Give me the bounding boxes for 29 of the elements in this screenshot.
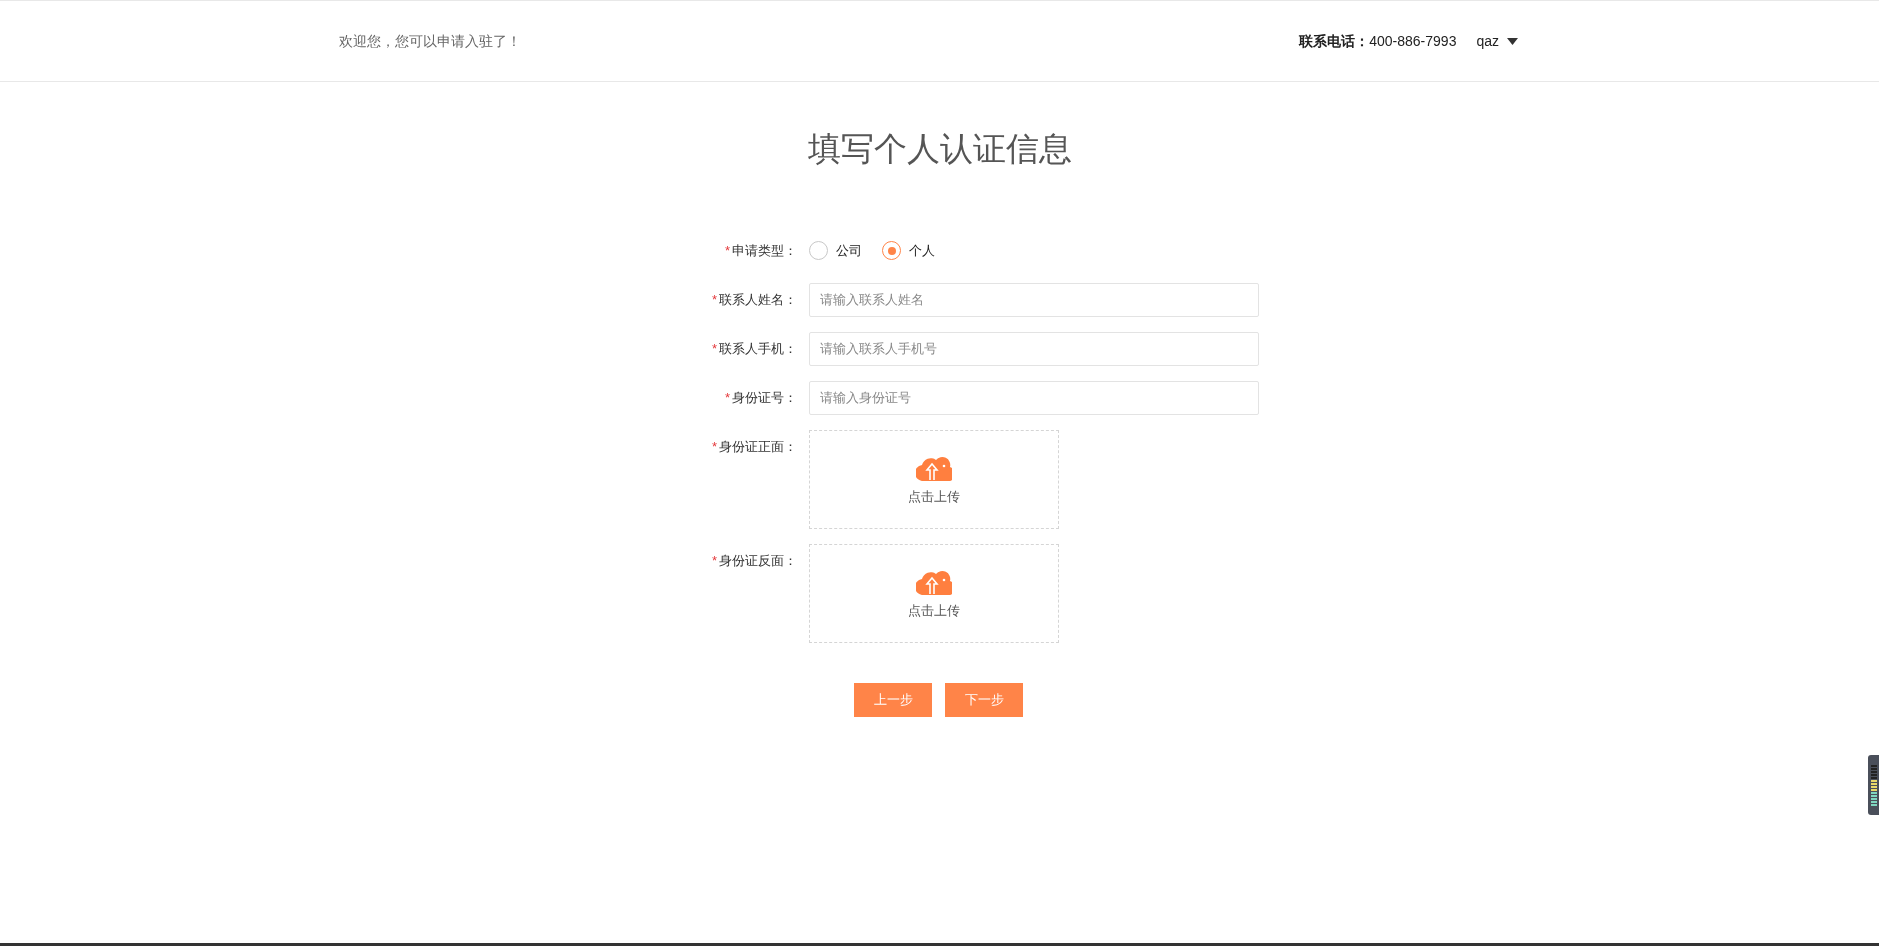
upload-area[interactable]: 点击上传: [809, 429, 1059, 529]
field-label: 身份证正面：: [719, 437, 797, 456]
page-title: 填写个人认证信息: [806, 129, 1073, 169]
required-mark: *: [711, 339, 717, 358]
input-field[interactable]: 请输入身份证号: [809, 380, 1259, 415]
side-meter-drawing[interactable]: [1868, 755, 1879, 815]
radio-label: 个人: [909, 241, 935, 260]
input-field[interactable]: 请输入联系人手机号: [809, 331, 1259, 366]
field-label: 联系人手机：: [719, 339, 797, 358]
cloud-upload-icon: [916, 455, 952, 482]
required-mark: *: [724, 241, 730, 260]
field-label: 联系人姓名：: [719, 290, 797, 309]
caret-icon: [1507, 37, 1518, 45]
upload-area[interactable]: 点击上传: [809, 543, 1059, 643]
upload-text: 点击上传: [908, 602, 960, 621]
user-menu[interactable]: qaz: [1476, 30, 1518, 52]
welcome-text: 欢迎您，您可以申请入驻了！: [339, 31, 521, 51]
required-mark: *: [711, 290, 717, 309]
cloud-upload-icon: [916, 569, 952, 596]
required-mark: *: [711, 551, 717, 570]
radio-label: 公司: [836, 241, 862, 260]
required-mark: *: [711, 437, 717, 456]
field-label: 身份证反面：: [719, 551, 797, 570]
field-label: 申请类型：: [732, 241, 797, 260]
upload-text: 点击上传: [908, 488, 960, 507]
input-field[interactable]: 请输入联系人姓名: [809, 282, 1259, 317]
field-label: 身份证号：: [732, 388, 797, 407]
required-mark: *: [724, 388, 730, 407]
phone-text: 联系电话：400-886-7993: [1299, 31, 1457, 51]
